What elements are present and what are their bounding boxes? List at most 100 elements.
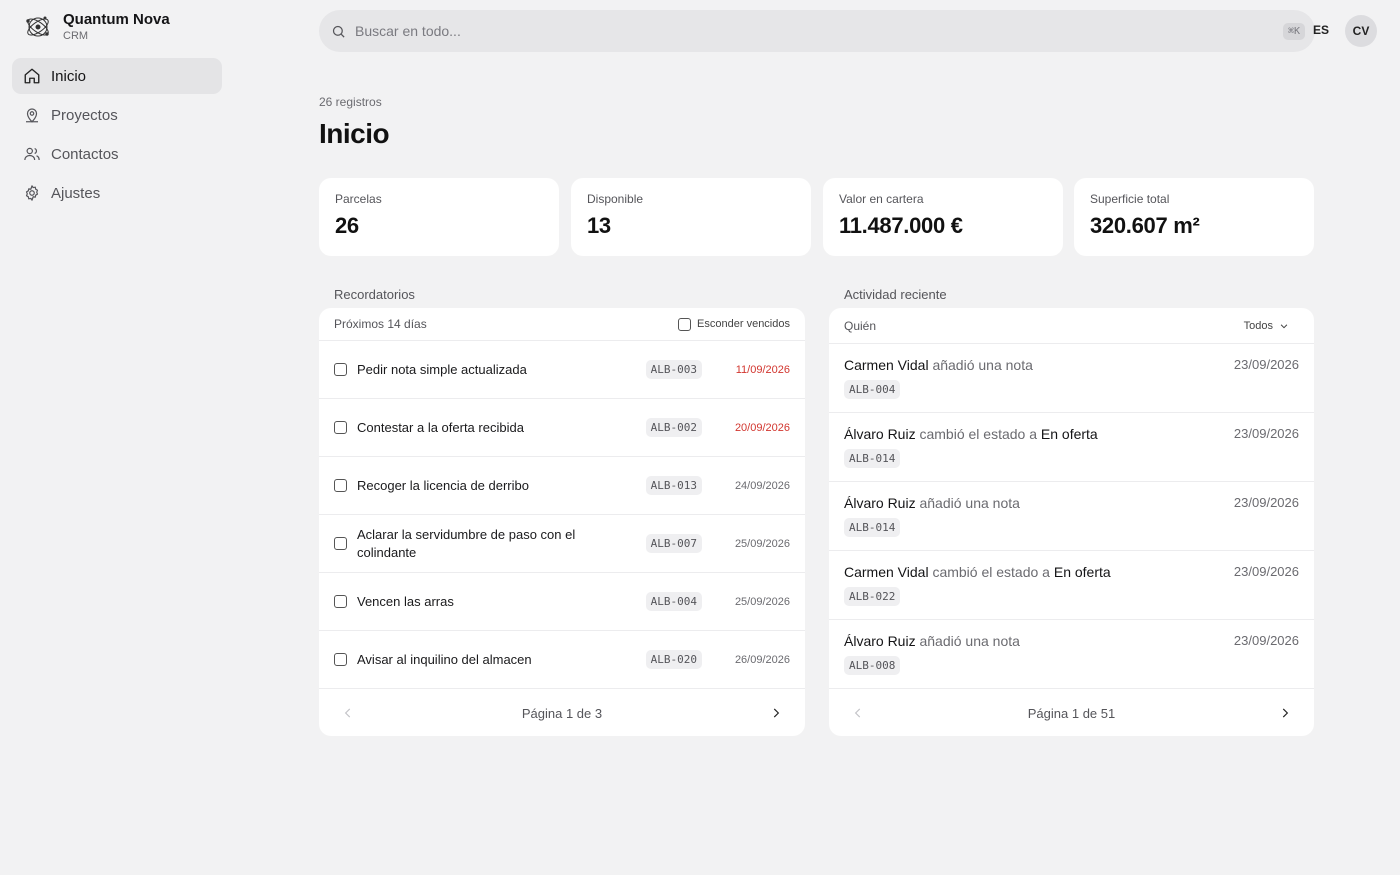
brand-name: Quantum Nova xyxy=(63,11,170,29)
gear-icon xyxy=(25,185,39,201)
reminder-tag[interactable]: ALB-002 xyxy=(645,418,702,437)
reminder-text: Avisar al inquilino del almacen xyxy=(357,651,532,667)
reminder-checkbox[interactable] xyxy=(334,653,347,666)
brand[interactable]: Quantum Nova CRM xyxy=(12,0,222,54)
chevron-down-icon xyxy=(1280,323,1288,328)
reminder-row[interactable]: Contestar a la oferta recibida ALB-002 20/… xyxy=(319,399,805,457)
stat-card-disponible: Disponible 13 xyxy=(571,178,811,256)
activity-date: 23/09/2026 xyxy=(1233,495,1299,510)
activity-user: Álvaro Ruiz xyxy=(844,495,916,511)
stat-label: Parcelas xyxy=(335,192,382,206)
record-count: 26 registros xyxy=(319,95,382,109)
stat-label: Disponible xyxy=(587,192,644,206)
shortcut-hint: ⌘K xyxy=(1282,22,1305,40)
reminder-row[interactable]: Pedir nota simple actualizada ALB-003 11/0… xyxy=(319,341,805,399)
reminder-tag[interactable]: ALB-020 xyxy=(645,650,702,669)
filter-label: Todos xyxy=(1243,319,1273,332)
hide-overdue-toggle[interactable]: Esconder vencidos xyxy=(678,317,790,331)
activity-tag[interactable]: ALB-008 xyxy=(844,656,901,675)
reminder-row[interactable]: Aclarar la servidumbre de paso con el co… xyxy=(319,515,805,573)
reminder-tag[interactable]: ALB-007 xyxy=(645,534,702,553)
reminder-checkbox[interactable] xyxy=(334,479,347,492)
reminder-tag[interactable]: ALB-004 xyxy=(645,592,702,611)
language-switcher[interactable]: ES xyxy=(1313,23,1329,37)
reminders-list: Pedir nota simple actualizada ALB-003 11/0… xyxy=(319,341,805,689)
activity-title: Actividad reciente xyxy=(844,287,947,302)
reminder-text: Contestar a la oferta recibida xyxy=(357,419,524,435)
reminder-row[interactable]: Vencen las arras ALB-004 25/09/2026 xyxy=(319,573,805,631)
global-search[interactable]: ⌘K xyxy=(319,10,1315,52)
activity-date: 23/09/2026 xyxy=(1233,426,1299,441)
reminder-date: 25/09/2026 xyxy=(734,595,790,608)
activity-description: Álvaro Ruiz añadió una nota xyxy=(844,495,1299,511)
nav-item-ajustes[interactable]: Ajustes xyxy=(12,175,222,211)
activity-description: Carmen Vidal cambió el estado a En ofert… xyxy=(844,564,1299,580)
activity-tag[interactable]: ALB-014 xyxy=(844,518,901,537)
search-icon xyxy=(332,25,345,38)
main-nav: Inicio Proyectos Contactos Ajustes xyxy=(12,58,222,211)
hide-overdue-checkbox[interactable] xyxy=(678,317,692,331)
activity-row[interactable]: Álvaro Ruiz añadió una nota ALB-014 23/09/… xyxy=(829,482,1314,551)
reminder-date: 25/09/2026 xyxy=(734,537,790,550)
activity-user: Álvaro Ruiz xyxy=(844,426,916,442)
activity-state: En oferta xyxy=(1040,426,1098,442)
reminders-pagination: Página 1 de 3 xyxy=(319,689,805,736)
chevron-right-icon[interactable] xyxy=(769,706,783,720)
nav-label: Proyectos xyxy=(51,106,118,124)
activity-user: Carmen Vidal xyxy=(844,564,929,580)
pagination-label: Página 1 de 51 xyxy=(1027,705,1116,721)
sidebar: Quantum Nova CRM Inicio Proyectos Contac… xyxy=(0,0,234,875)
activity-list: Carmen Vidal añadió una nota ALB-004 23/09… xyxy=(829,344,1314,689)
user-avatar[interactable]: CV xyxy=(1345,15,1377,47)
nav-item-proyectos[interactable]: Proyectos xyxy=(12,97,222,133)
chevron-left-icon[interactable] xyxy=(341,706,355,720)
stat-label: Superficie total xyxy=(1090,192,1170,206)
stat-value: 13 xyxy=(587,213,611,238)
home-icon xyxy=(24,68,40,84)
reminder-tag[interactable]: ALB-013 xyxy=(645,476,702,495)
stat-value: 11.487.000 € xyxy=(839,213,963,238)
reminder-row[interactable]: Recoger la licencia de derribo ALB-013 24/… xyxy=(319,457,805,515)
reminder-checkbox[interactable] xyxy=(334,421,347,434)
activity-action: añadió una nota xyxy=(928,357,1033,373)
activity-panel: Quién Todos Carmen Vidal añadió una nota… xyxy=(829,308,1314,736)
nav-item-contactos[interactable]: Contactos xyxy=(12,136,222,172)
reminder-date: 11/09/2026 xyxy=(735,363,790,376)
chevron-left-icon[interactable] xyxy=(851,706,865,720)
stat-value: 26 xyxy=(335,213,359,238)
activity-row[interactable]: Álvaro Ruiz cambió el estado a En oferta… xyxy=(829,413,1314,482)
map-pin-icon xyxy=(26,108,38,123)
reminders-header: Próximos 14 días Esconder vencidos xyxy=(319,308,805,341)
activity-description: Álvaro Ruiz añadió una nota xyxy=(844,633,1299,649)
activity-tag[interactable]: ALB-014 xyxy=(844,449,901,468)
activity-tag[interactable]: ALB-022 xyxy=(844,587,901,606)
stat-card-valor-cartera: Valor en cartera 11.487.000 € xyxy=(823,178,1063,256)
activity-user: Álvaro Ruiz xyxy=(844,633,916,649)
stat-card-parcelas: Parcelas 26 xyxy=(319,178,559,256)
reminder-row[interactable]: Avisar al inquilino del almacen ALB-020 26… xyxy=(319,631,805,689)
reminder-text: Vencen las arras xyxy=(357,593,454,609)
nav-item-inicio[interactable]: Inicio xyxy=(12,58,222,94)
stat-value: 320.607 m² xyxy=(1090,213,1200,238)
activity-description: Álvaro Ruiz cambió el estado a En oferta xyxy=(844,426,1299,442)
reminder-tag[interactable]: ALB-003 xyxy=(645,360,702,379)
pagination-label: Página 1 de 3 xyxy=(521,705,603,721)
activity-tag[interactable]: ALB-004 xyxy=(844,380,901,399)
activity-filter-dropdown[interactable]: Todos xyxy=(1244,320,1299,332)
quantum-logo-icon xyxy=(26,16,49,37)
reminder-text: Pedir nota simple actualizada xyxy=(357,361,527,377)
reminder-checkbox[interactable] xyxy=(334,537,347,550)
activity-column-label: Quién xyxy=(844,318,877,333)
search-input[interactable] xyxy=(355,23,1283,39)
reminders-title: Recordatorios xyxy=(334,287,415,302)
activity-row[interactable]: Carmen Vidal añadió una nota ALB-004 23/09… xyxy=(829,344,1314,413)
reminder-checkbox[interactable] xyxy=(334,595,347,608)
activity-header: Quién Todos xyxy=(829,308,1314,344)
activity-row[interactable]: Álvaro Ruiz añadió una nota ALB-008 23/09/… xyxy=(829,620,1314,689)
stat-card-superficie: Superficie total 320.607 m² xyxy=(1074,178,1314,256)
chevron-right-icon[interactable] xyxy=(1278,706,1292,720)
activity-row[interactable]: Carmen Vidal cambió el estado a En ofert… xyxy=(829,551,1314,620)
reminder-checkbox[interactable] xyxy=(334,363,347,376)
nav-label: Contactos xyxy=(51,145,119,163)
hide-overdue-label: Esconder vencidos xyxy=(697,318,790,330)
